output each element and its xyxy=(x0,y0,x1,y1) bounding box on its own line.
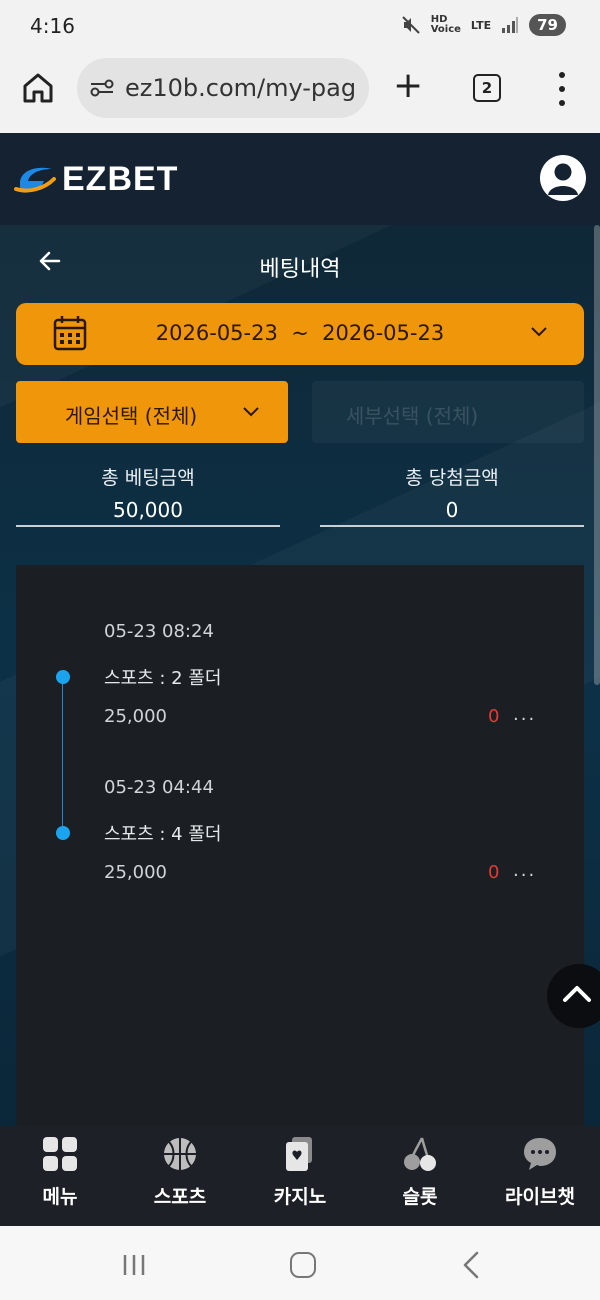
tab-label: 라이브챗 xyxy=(505,1186,575,1208)
date-range-picker[interactable]: 2026-05-23 ~ 2026-05-23 xyxy=(16,303,584,365)
mute-icon xyxy=(401,16,420,34)
detail-select-dropdown[interactable]: 세부선택 (전체) xyxy=(312,381,584,443)
app-viewport: EZBET 베팅내역 2026-05-23 ~ 2026-05-23 게임선택 … xyxy=(0,133,600,1226)
page-header: 베팅내역 xyxy=(0,225,600,303)
new-tab-icon[interactable]: + xyxy=(393,68,423,104)
bet-result: 0 xyxy=(488,706,500,727)
tab-label: 슬롯 xyxy=(402,1186,438,1208)
chevron-down-icon xyxy=(243,407,259,417)
timeline-dot xyxy=(56,670,70,684)
system-navigation-bar xyxy=(0,1226,600,1300)
more-options-icon[interactable]: ... xyxy=(513,860,536,881)
tab-live-chat[interactable]: 라이브챗 xyxy=(480,1126,600,1226)
game-select-dropdown[interactable]: 게임선택 (전체) xyxy=(16,381,288,443)
chevron-down-icon xyxy=(531,327,547,337)
bet-amount: 25,000 xyxy=(104,706,167,727)
bet-time: 05-23 04:44 xyxy=(104,777,214,798)
url-text[interactable]: ez10b.com/my-pag xyxy=(125,74,356,102)
playing-card-icon xyxy=(286,1137,312,1171)
total-win-value: 0 xyxy=(320,493,584,527)
bet-result: 0 xyxy=(488,862,500,883)
tab-menu[interactable]: 메뉴 xyxy=(0,1126,120,1226)
logo-text: EZBET xyxy=(62,159,179,198)
home-icon[interactable] xyxy=(20,70,56,106)
tab-casino[interactable]: 카지노 xyxy=(240,1126,360,1226)
bet-amount: 25,000 xyxy=(104,862,167,883)
url-bar[interactable]: ez10b.com/my-pag xyxy=(77,58,369,118)
page-title: 베팅내역 xyxy=(259,257,341,282)
hd-voice-icon: HD Voice xyxy=(430,14,461,35)
tab-label: 스포츠 xyxy=(153,1186,207,1208)
tab-label: 메뉴 xyxy=(42,1186,78,1208)
total-bet-value: 50,000 xyxy=(16,493,280,527)
scrollbar[interactable] xyxy=(594,225,600,685)
tab-switcher-button[interactable]: 2 xyxy=(473,74,501,102)
basketball-icon xyxy=(164,1138,196,1170)
battery-badge: 79 xyxy=(529,14,566,36)
recent-apps-icon[interactable] xyxy=(122,1254,146,1276)
user-avatar-icon[interactable] xyxy=(540,155,586,201)
bet-type: 스포츠 : 4 폴더 xyxy=(104,824,222,845)
site-settings-icon[interactable] xyxy=(89,78,115,98)
cherry-icon xyxy=(404,1137,436,1171)
timeline-dot xyxy=(56,826,70,840)
status-bar: 4:16 HD Voice LTE 79 xyxy=(0,0,600,56)
tab-sports[interactable]: 스포츠 xyxy=(120,1126,240,1226)
chat-bubble-icon xyxy=(524,1138,556,1170)
overflow-menu-icon[interactable] xyxy=(552,72,572,106)
bet-time: 05-23 08:24 xyxy=(104,621,214,642)
bet-history-item[interactable]: 05-23 08:24 스포츠 : 2 폴더 25,000 0 ... xyxy=(16,615,584,765)
status-icons: HD Voice LTE 79 xyxy=(401,14,566,36)
bottom-tab-bar: 메뉴 스포츠 카지노 슬롯 라이브챗 xyxy=(0,1126,600,1226)
network-label: LTE xyxy=(470,18,492,32)
system-back-icon[interactable] xyxy=(462,1251,480,1279)
browser-toolbar: ez10b.com/my-pag + 2 xyxy=(0,56,600,133)
tab-label: 카지노 xyxy=(273,1186,327,1208)
top-nav: EZBET xyxy=(0,133,600,225)
game-select-label: 게임선택 (전체) xyxy=(64,404,198,428)
status-time: 4:16 xyxy=(30,14,75,38)
total-bet-summary: 총 베팅금액 50,000 xyxy=(16,463,280,527)
date-range-text: 2026-05-23 ~ 2026-05-23 xyxy=(155,321,445,345)
logo-mark-icon xyxy=(14,167,56,193)
brand-logo[interactable]: EZBET xyxy=(14,159,178,199)
menu-grid-icon xyxy=(43,1137,77,1171)
detail-select-label: 세부선택 (전체) xyxy=(345,404,479,428)
total-win-summary: 총 당첨금액 0 xyxy=(320,463,584,527)
more-options-icon[interactable]: ... xyxy=(513,704,536,725)
total-bet-label: 총 베팅금액 xyxy=(101,467,195,489)
system-home-icon[interactable] xyxy=(290,1252,316,1278)
signal-icon xyxy=(502,17,519,33)
tab-slots[interactable]: 슬롯 xyxy=(360,1126,480,1226)
bet-history-item[interactable]: 05-23 04:44 스포츠 : 4 폴더 25,000 0 ... xyxy=(16,771,584,921)
total-win-label: 총 당첨금액 xyxy=(405,467,499,489)
bet-type: 스포츠 : 2 폴더 xyxy=(104,668,222,689)
